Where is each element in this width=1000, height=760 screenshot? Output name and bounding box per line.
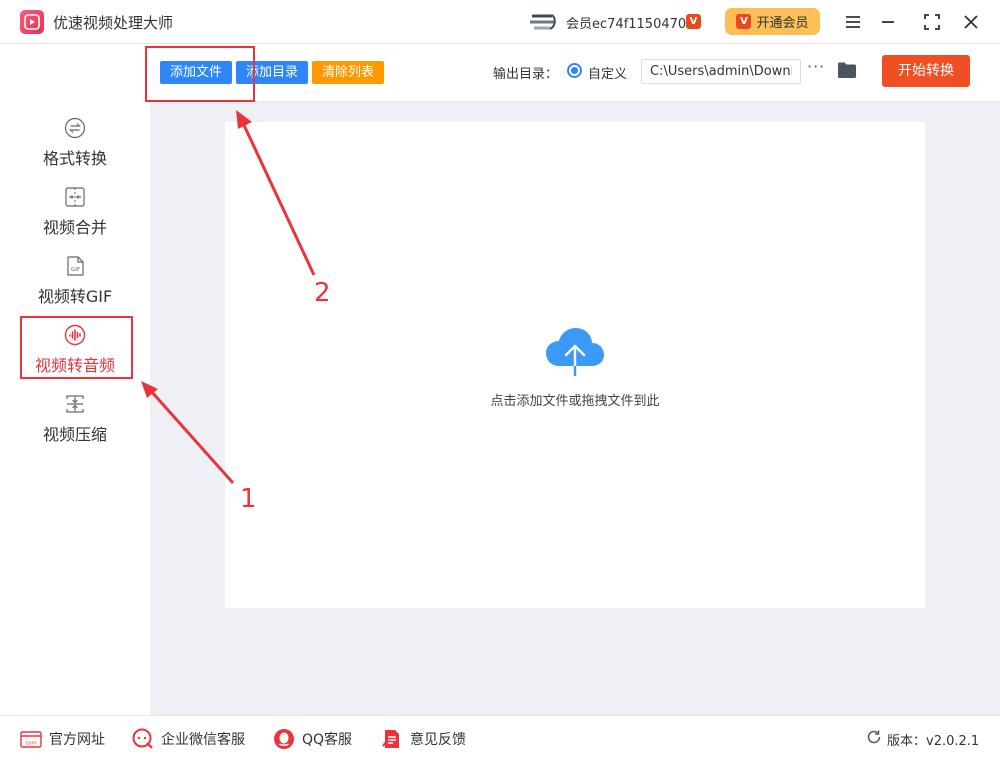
svg-text:com: com [26,741,37,747]
qq-support-label: QQ客服 [302,732,353,748]
open-vip-button[interactable]: V 开通会员 [725,8,820,35]
video-to-audio-icon [64,324,86,346]
footer: com 官方网址 企业微信客服 QQ客服 意见反馈 版本：v2.0.2.1 [0,715,1000,760]
vip-k-icon: V [736,14,752,29]
qq-support-link[interactable]: QQ客服 [273,728,352,750]
add-file-button[interactable]: 添加文件 [160,61,232,84]
sidebar-item-label: 视频转GIF [37,287,113,306]
qq-icon [273,728,295,750]
custom-output-radio[interactable] [567,63,582,78]
sidebar-item-video-merge[interactable]: 视频合并 [0,186,150,246]
wecom-support-label: 企业微信客服 [161,732,245,748]
open-vip-label: 开通会员 [756,16,809,31]
feedback-label: 意见反馈 [410,732,466,748]
clear-list-button[interactable]: 清除列表 [312,61,384,84]
toolbar: 添加文件 添加目录 清除列表 输出目录： 自定义 ··· 开始转换 [150,45,1000,102]
main-area: 点击添加文件或拖拽文件到此 [150,102,1000,715]
app-logo-icon [20,10,44,34]
title-bar: 优速视频处理大师 会员ec74f1150470 V V 开通会员 [0,0,1000,44]
sidebar-item-video-compress[interactable]: 视频压缩 [0,393,150,453]
sidebar-item-video-to-gif[interactable]: GIF 视频转GIF [0,255,150,315]
close-icon[interactable] [959,10,983,34]
maximize-icon[interactable] [920,10,944,34]
sidebar-item-video-to-audio[interactable]: 视频转音频 [0,324,150,384]
refresh-icon[interactable] [866,729,882,749]
member-avatar-icon [528,12,558,32]
annotation-step-2: 2 [314,278,331,308]
annotation-step-1: 1 [240,484,257,514]
member-name: 会员ec74f1150470 [566,17,687,32]
sidebar-item-format-convert[interactable]: 格式转换 [0,117,150,177]
open-folder-icon[interactable] [837,61,857,79]
custom-output-label: 自定义 [588,67,628,82]
official-website-link[interactable]: com 官方网址 [20,728,105,750]
sidebar: 格式转换 视频合并 GIF 视频转GIF 视频转音频 视频压缩 [0,45,150,715]
sidebar-item-label: 视频合并 [42,218,107,237]
format-convert-icon [64,117,86,139]
more-options-button[interactable]: ··· [807,57,825,76]
sidebar-item-label: 视频压缩 [42,425,107,444]
svg-text:GIF: GIF [71,267,80,273]
gif-icon: GIF [64,255,86,277]
menu-icon[interactable] [841,10,865,34]
cloud-upload-icon [544,326,606,378]
video-compress-icon [64,393,86,415]
official-website-label: 官方网址 [49,732,105,748]
feedback-link[interactable]: 意见反馈 [381,728,466,750]
vip-badge-icon: V [686,14,701,29]
video-merge-icon [64,186,86,208]
version-info: 版本：v2.0.2.1 [866,729,979,749]
drop-hint-text: 点击添加文件或拖拽文件到此 [490,394,660,409]
output-path-field[interactable] [641,59,801,84]
app-title: 优速视频处理大师 [53,14,174,32]
website-icon: com [20,728,42,750]
sidebar-item-label: 格式转换 [42,149,107,168]
wecom-support-link[interactable]: 企业微信客服 [132,728,245,750]
sidebar-item-label: 视频转音频 [34,356,115,375]
version-text: 版本：v2.0.2.1 [887,733,980,749]
start-convert-button[interactable]: 开始转换 [882,55,970,87]
wecom-icon [132,728,154,750]
feedback-icon [381,728,403,750]
minimize-icon[interactable] [876,10,900,34]
add-folder-button[interactable]: 添加目录 [236,61,308,84]
output-dir-label: 输出目录： [493,67,559,82]
file-drop-zone[interactable]: 点击添加文件或拖拽文件到此 [225,122,925,608]
